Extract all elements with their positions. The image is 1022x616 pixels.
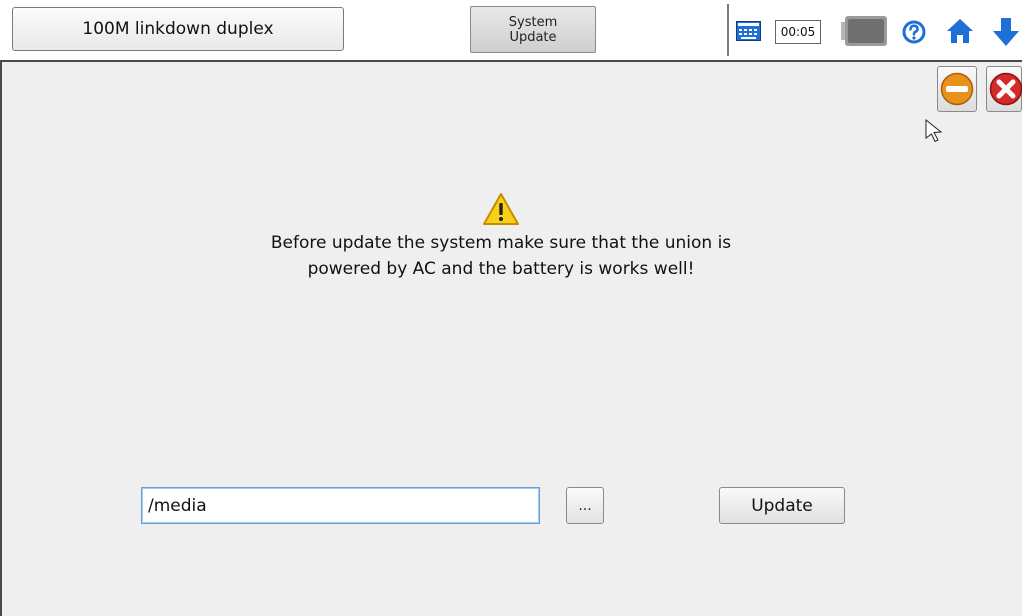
browse-button[interactable]: ... [566,487,604,524]
close-button[interactable] [986,66,1022,112]
content-panel [0,60,1022,616]
update-button[interactable]: Update [719,487,845,524]
arrow-down-icon[interactable] [990,17,1022,47]
mouse-pointer-icon [925,119,943,143]
page-title-button[interactable]: System Update [470,6,596,53]
keyboard-icon[interactable] [736,21,761,41]
update-warning-message: Before update the system make sure that … [270,233,732,279]
link-status-display: 100M linkdown duplex [12,7,344,51]
elapsed-timer: 00:05 [775,20,821,44]
help-icon[interactable] [902,20,926,44]
close-icon [989,72,1022,106]
toolbar-divider [727,4,729,56]
top-bar: 100M linkdown duplex System Update 00:05 [0,0,1022,60]
update-path-input[interactable] [141,487,540,524]
warning-icon [483,193,519,225]
minimize-icon [940,72,974,106]
battery-icon [841,16,887,46]
minimize-button[interactable] [937,66,977,112]
home-icon[interactable] [946,18,974,44]
